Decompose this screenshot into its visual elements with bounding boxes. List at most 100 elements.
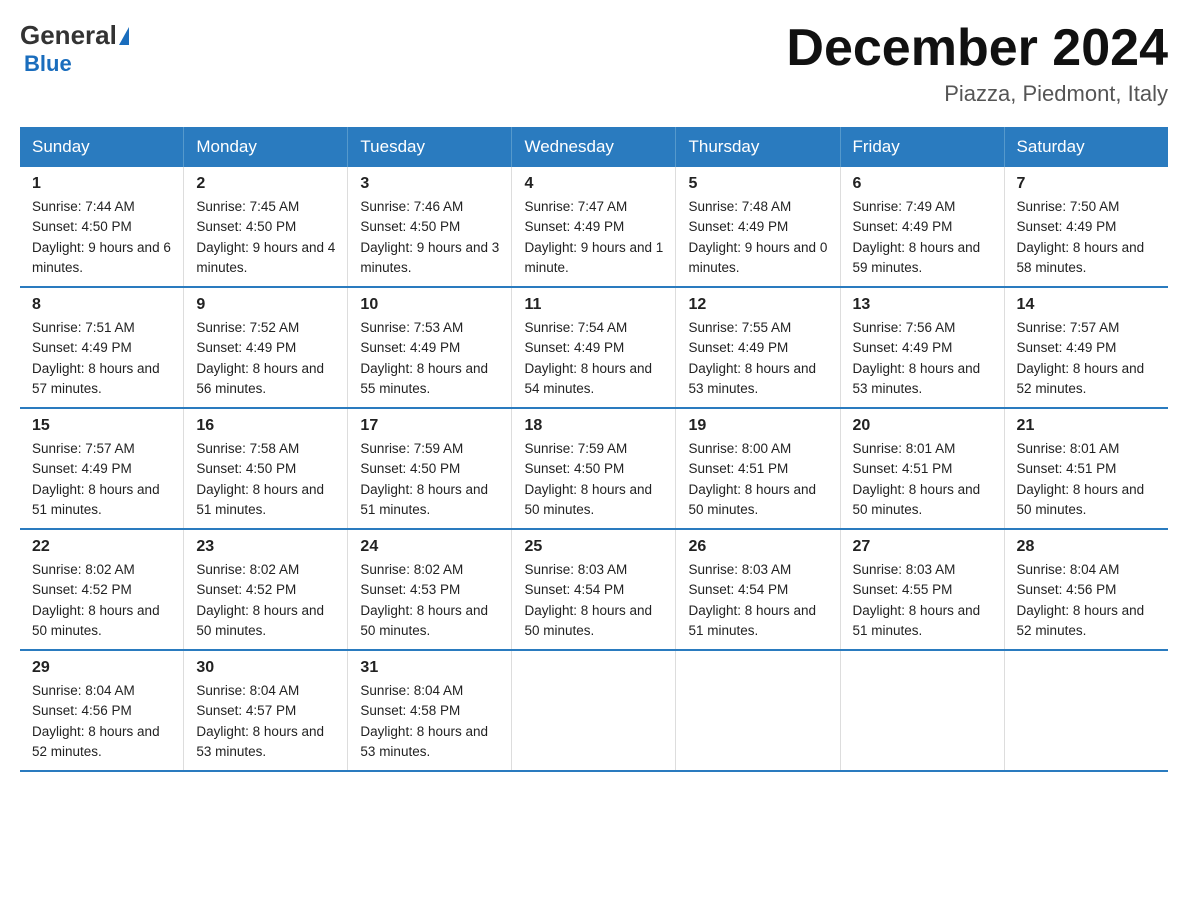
calendar-cell: 16 Sunrise: 7:58 AMSunset: 4:50 PMDayligh… [184, 408, 348, 529]
week-row-1: 1 Sunrise: 7:44 AMSunset: 4:50 PMDaylight… [20, 167, 1168, 287]
calendar-cell: 27Sunrise: 8:03 AMSunset: 4:55 PMDayligh… [840, 529, 1004, 650]
day-number: 5 [688, 175, 827, 193]
day-number: 17 [360, 417, 499, 435]
calendar-cell: 24 Sunrise: 8:02 AMSunset: 4:53 PMDayligh… [348, 529, 512, 650]
calendar-cell: 10 Sunrise: 7:53 AMSunset: 4:49 PMDayligh… [348, 287, 512, 408]
day-number: 15 [32, 417, 171, 435]
page-header: General Blue December 2024 Piazza, Piedm… [20, 20, 1168, 107]
calendar-cell: 30Sunrise: 8:04 AMSunset: 4:57 PMDayligh… [184, 650, 348, 771]
day-number: 21 [1017, 417, 1156, 435]
calendar-cell: 26 Sunrise: 8:03 AMSunset: 4:54 PMDayligh… [676, 529, 840, 650]
day-info: Sunrise: 7:57 AMSunset: 4:49 PMDaylight:… [1017, 318, 1156, 399]
calendar-cell: 29 Sunrise: 8:04 AMSunset: 4:56 PMDayligh… [20, 650, 184, 771]
calendar-cell: 14 Sunrise: 7:57 AMSunset: 4:49 PMDayligh… [1004, 287, 1168, 408]
day-info: Sunrise: 7:58 AMSunset: 4:50 PMDaylight:… [196, 439, 335, 520]
logo-general: General [20, 20, 117, 51]
day-number: 25 [524, 538, 663, 556]
calendar-cell: 31Sunrise: 8:04 AMSunset: 4:58 PMDayligh… [348, 650, 512, 771]
day-info: Sunrise: 7:55 AMSunset: 4:49 PMDaylight:… [688, 318, 827, 399]
calendar-cell: 13 Sunrise: 7:56 AMSunset: 4:49 PMDayligh… [840, 287, 1004, 408]
day-info: Sunrise: 7:44 AMSunset: 4:50 PMDaylight:… [32, 197, 171, 278]
calendar-cell: 2 Sunrise: 7:45 AMSunset: 4:50 PMDaylight… [184, 167, 348, 287]
day-number: 3 [360, 175, 499, 193]
calendar-cell: 25 Sunrise: 8:03 AMSunset: 4:54 PMDayligh… [512, 529, 676, 650]
day-info: Sunrise: 8:02 AMSunset: 4:53 PMDaylight:… [360, 560, 499, 641]
logo: General Blue [20, 20, 131, 77]
day-number: 26 [688, 538, 827, 556]
column-header-wednesday: Wednesday [512, 127, 676, 167]
day-info: Sunrise: 7:59 AMSunset: 4:50 PMDaylight:… [524, 439, 663, 520]
day-number: 28 [1017, 538, 1156, 556]
week-row-3: 15Sunrise: 7:57 AMSunset: 4:49 PMDayligh… [20, 408, 1168, 529]
day-number: 22 [32, 538, 171, 556]
column-header-tuesday: Tuesday [348, 127, 512, 167]
day-number: 30 [196, 659, 335, 677]
day-number: 10 [360, 296, 499, 314]
logo-text: General [20, 20, 131, 51]
day-info: Sunrise: 7:45 AMSunset: 4:50 PMDaylight:… [196, 197, 335, 278]
day-info: Sunrise: 7:47 AMSunset: 4:49 PMDaylight:… [524, 197, 663, 278]
day-info: Sunrise: 8:04 AMSunset: 4:56 PMDaylight:… [32, 681, 171, 762]
day-number: 29 [32, 659, 171, 677]
day-info: Sunrise: 8:03 AMSunset: 4:54 PMDaylight:… [524, 560, 663, 641]
calendar-cell: 20 Sunrise: 8:01 AMSunset: 4:51 PMDayligh… [840, 408, 1004, 529]
day-number: 7 [1017, 175, 1156, 193]
title-block: December 2024 Piazza, Piedmont, Italy [786, 20, 1168, 107]
calendar-cell: 19 Sunrise: 8:00 AMSunset: 4:51 PMDayligh… [676, 408, 840, 529]
day-number: 19 [688, 417, 827, 435]
day-info: Sunrise: 7:51 AMSunset: 4:49 PMDaylight:… [32, 318, 171, 399]
day-number: 1 [32, 175, 171, 193]
day-number: 20 [853, 417, 992, 435]
calendar-cell: 12 Sunrise: 7:55 AMSunset: 4:49 PMDayligh… [676, 287, 840, 408]
day-number: 13 [853, 296, 992, 314]
day-info: Sunrise: 8:01 AMSunset: 4:51 PMDaylight:… [853, 439, 992, 520]
logo-blue: Blue [24, 51, 72, 77]
day-info: Sunrise: 8:04 AMSunset: 4:56 PMDaylight:… [1017, 560, 1156, 641]
column-header-saturday: Saturday [1004, 127, 1168, 167]
day-info: Sunrise: 7:48 AMSunset: 4:49 PMDaylight:… [688, 197, 827, 278]
location-title: Piazza, Piedmont, Italy [786, 81, 1168, 107]
calendar-cell: 15Sunrise: 7:57 AMSunset: 4:49 PMDayligh… [20, 408, 184, 529]
week-row-4: 22 Sunrise: 8:02 AMSunset: 4:52 PMDayligh… [20, 529, 1168, 650]
day-info: Sunrise: 7:54 AMSunset: 4:49 PMDaylight:… [524, 318, 663, 399]
day-info: Sunrise: 8:01 AMSunset: 4:51 PMDaylight:… [1017, 439, 1156, 520]
day-number: 6 [853, 175, 992, 193]
calendar-cell: 5 Sunrise: 7:48 AMSunset: 4:49 PMDaylight… [676, 167, 840, 287]
day-info: Sunrise: 7:59 AMSunset: 4:50 PMDaylight:… [360, 439, 499, 520]
day-number: 18 [524, 417, 663, 435]
calendar-cell: 28 Sunrise: 8:04 AMSunset: 4:56 PMDayligh… [1004, 529, 1168, 650]
day-info: Sunrise: 7:46 AMSunset: 4:50 PMDaylight:… [360, 197, 499, 278]
column-header-friday: Friday [840, 127, 1004, 167]
calendar-header-row: SundayMondayTuesdayWednesdayThursdayFrid… [20, 127, 1168, 167]
day-number: 24 [360, 538, 499, 556]
day-number: 2 [196, 175, 335, 193]
day-info: Sunrise: 8:03 AMSunset: 4:54 PMDaylight:… [688, 560, 827, 641]
calendar-cell: 4 Sunrise: 7:47 AMSunset: 4:49 PMDaylight… [512, 167, 676, 287]
day-number: 16 [196, 417, 335, 435]
day-info: Sunrise: 8:03 AMSunset: 4:55 PMDaylight:… [853, 560, 992, 641]
day-number: 9 [196, 296, 335, 314]
day-number: 31 [360, 659, 499, 677]
day-number: 12 [688, 296, 827, 314]
calendar-cell: 22Sunrise: 8:02 AMSunset: 4:52 PMDayligh… [20, 529, 184, 650]
day-number: 11 [524, 296, 663, 314]
calendar-cell: 8 Sunrise: 7:51 AMSunset: 4:49 PMDaylight… [20, 287, 184, 408]
week-row-5: 29 Sunrise: 8:04 AMSunset: 4:56 PMDayligh… [20, 650, 1168, 771]
day-info: Sunrise: 8:00 AMSunset: 4:51 PMDaylight:… [688, 439, 827, 520]
day-info: Sunrise: 8:02 AMSunset: 4:52 PMDaylight:… [196, 560, 335, 641]
day-number: 14 [1017, 296, 1156, 314]
day-info: Sunrise: 7:53 AMSunset: 4:49 PMDaylight:… [360, 318, 499, 399]
day-number: 8 [32, 296, 171, 314]
day-number: 4 [524, 175, 663, 193]
calendar-cell [840, 650, 1004, 771]
day-info: Sunrise: 7:52 AMSunset: 4:49 PMDaylight:… [196, 318, 335, 399]
calendar-cell [512, 650, 676, 771]
day-info: Sunrise: 7:49 AMSunset: 4:49 PMDaylight:… [853, 197, 992, 278]
logo-triangle-icon [119, 27, 129, 45]
calendar-cell: 7 Sunrise: 7:50 AMSunset: 4:49 PMDaylight… [1004, 167, 1168, 287]
day-info: Sunrise: 7:56 AMSunset: 4:49 PMDaylight:… [853, 318, 992, 399]
column-header-thursday: Thursday [676, 127, 840, 167]
column-header-monday: Monday [184, 127, 348, 167]
calendar-cell: 3 Sunrise: 7:46 AMSunset: 4:50 PMDaylight… [348, 167, 512, 287]
day-info: Sunrise: 7:50 AMSunset: 4:49 PMDaylight:… [1017, 197, 1156, 278]
